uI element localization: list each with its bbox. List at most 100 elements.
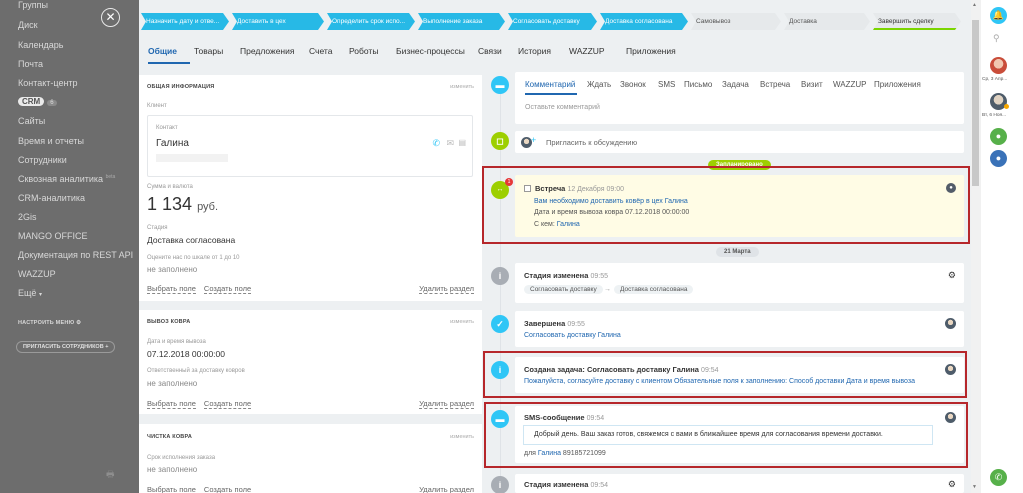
ctab-apps[interactable]: Приложения: [874, 80, 921, 89]
avatar[interactable]: [990, 57, 1007, 74]
tab-links[interactable]: Связи: [478, 46, 502, 56]
chat-icon[interactable]: ▤: [458, 138, 466, 147]
create-field-link[interactable]: Создать поле: [203, 485, 252, 493]
ctab-meeting[interactable]: Встреча: [760, 80, 790, 89]
pickup-date-label: Дата и время вывоза: [147, 339, 206, 345]
sidebar-item-mail[interactable]: Почта: [18, 59, 43, 69]
ctab-wazzup[interactable]: WAZZUP: [833, 80, 866, 89]
invite-discussion-row[interactable]: + Пригласить к обсуждению: [515, 131, 964, 153]
sidebar-item-rest-docs[interactable]: Документация по REST API: [18, 250, 133, 260]
tab-products[interactable]: Товары: [194, 46, 223, 56]
select-field-link[interactable]: Выбрать поле: [147, 399, 196, 409]
sidebar-item-more[interactable]: Ещё ▾: [18, 288, 42, 298]
tab-business-processes[interactable]: Бизнес-процессы: [396, 46, 465, 56]
robot-icon: ⚙: [947, 479, 956, 489]
amount-number: 1 134: [147, 194, 193, 214]
printer-icon[interactable]: 🖶: [106, 467, 115, 483]
stage-change-title-text: Стадия изменена: [524, 271, 589, 280]
info-icon: i: [491, 476, 509, 493]
highlight-sms: [484, 402, 968, 468]
user-icon[interactable]: ●: [990, 128, 1007, 145]
tab-wazzup[interactable]: WAZZUP: [569, 46, 605, 56]
general-info-panel: ОБЩАЯ ИНФОРМАЦИЯ изменить Клиент Контакт…: [139, 75, 482, 301]
stage-item[interactable]: Доставить в цех: [232, 13, 324, 30]
sidebar-item-mango[interactable]: MANGO OFFICE: [18, 231, 88, 241]
configure-menu-label: НАСТРОИТЬ МЕНЮ: [18, 320, 75, 326]
stage-item[interactable]: Доставка: [784, 13, 870, 30]
ctab-sms[interactable]: SMS: [658, 80, 675, 89]
panel-title: ОБЩАЯ ИНФОРМАЦИЯ: [147, 84, 215, 90]
comment-icon: ▬: [491, 76, 509, 94]
phone-icon[interactable]: ✆: [990, 469, 1007, 486]
sidebar-item-contact-center[interactable]: Контакт-центр: [18, 78, 78, 88]
scrollbar-thumb[interactable]: [972, 20, 979, 186]
tab-history[interactable]: История: [518, 46, 551, 56]
sidebar-item-analytics[interactable]: Сквозная аналитика beta: [18, 174, 115, 184]
tab-apps[interactable]: Приложения: [626, 46, 676, 56]
tab-general[interactable]: Общие: [148, 46, 177, 56]
change-link[interactable]: изменить: [450, 434, 474, 440]
ctab-letter[interactable]: Письмо: [684, 80, 712, 89]
plus-icon: +: [105, 344, 109, 350]
phone-icon[interactable]: ✆: [432, 138, 440, 149]
user-icon[interactable]: ●: [990, 150, 1007, 167]
stage-item[interactable]: Согласовать доставку: [508, 13, 597, 30]
sidebar-item-groups[interactable]: Группы: [18, 0, 48, 10]
tab-invoices[interactable]: Счета: [309, 46, 332, 56]
comment-input[interactable]: Оставьте комментарий: [525, 104, 600, 111]
stage-item[interactable]: Доставка согласована: [600, 13, 688, 30]
configure-menu-button[interactable]: НАСТРОИТЬ МЕНЮ ⚙: [18, 320, 81, 326]
sidebar-item-wazzup[interactable]: WAZZUP: [18, 269, 56, 279]
carpet-cleaning-panel: ЧИСТКА КОВРА изменить Срок исполнения за…: [139, 424, 482, 493]
search-icon[interactable]: ⚲: [993, 33, 1000, 44]
tab-offers[interactable]: Предложения: [240, 46, 294, 56]
sidebar-item-2gis[interactable]: 2Gis: [18, 212, 37, 222]
scroll-down-arrow[interactable]: ▼: [972, 484, 977, 490]
delete-section-link[interactable]: Удалить раздел: [419, 485, 474, 493]
contact-name[interactable]: Галина: [156, 138, 189, 149]
sidebar-item-employees[interactable]: Сотрудники: [18, 155, 67, 165]
avatar: [945, 318, 956, 329]
done-link[interactable]: Согласовать доставку Галина: [524, 332, 621, 339]
rating-label: Оцените нас по шкале от 1 до 10: [147, 255, 240, 261]
change-link[interactable]: изменить: [450, 319, 474, 325]
ctab-task[interactable]: Задача: [722, 80, 749, 89]
bell-icon[interactable]: 🔔: [990, 7, 1007, 24]
create-field-link[interactable]: Создать поле: [203, 399, 252, 409]
delete-section-link[interactable]: Удалить раздел: [419, 399, 474, 409]
contact-label: Контакт: [156, 125, 178, 131]
stage-item[interactable]: Определить срок испо...: [327, 13, 415, 30]
ctab-visit[interactable]: Визит: [801, 80, 823, 89]
stage-item[interactable]: Назначить дату и отве...: [141, 13, 229, 30]
stage-item[interactable]: Выполнение заказа: [418, 13, 505, 30]
sidebar-item-crm[interactable]: CRM 6: [18, 96, 57, 106]
sidebar-item-sites[interactable]: Сайты: [18, 116, 45, 126]
mail-icon[interactable]: ✉: [446, 138, 454, 149]
sidebar-item-crm-analytics[interactable]: CRM-аналитика: [18, 193, 85, 203]
sidebar-item-time-reports[interactable]: Время и отчеты: [18, 136, 84, 146]
field-actions: Выбрать поле Создать поле: [147, 399, 259, 409]
select-field-link[interactable]: Выбрать поле: [147, 284, 196, 294]
close-slider-button[interactable]: ✕: [101, 8, 120, 27]
done-card: Завершена 09:55 Согласовать доставку Гал…: [515, 311, 964, 347]
stage-to-chip: Доставка согласована: [614, 285, 694, 294]
ctab-call[interactable]: Звонок: [620, 80, 646, 89]
plus-icon: +: [531, 135, 537, 145]
scroll-up-arrow[interactable]: ▲: [972, 2, 977, 8]
stage-item[interactable]: Завершить сделку: [873, 13, 961, 30]
change-link[interactable]: изменить: [450, 84, 474, 90]
ctab-comment[interactable]: Комментарий: [525, 80, 575, 89]
tab-robots[interactable]: Роботы: [349, 46, 378, 56]
stage-item[interactable]: Самовывоз: [691, 13, 781, 30]
stage-change2-time: 09:54: [590, 482, 608, 489]
panel-title: ВЫВОЗ КОВРА: [147, 319, 191, 325]
invite-employees-button[interactable]: ПРИГЛАСИТЬ СОТРУДНИКОВ +: [16, 341, 116, 353]
user2-last-seen: Вт, 6 Ноя...: [982, 113, 1007, 118]
create-field-link[interactable]: Создать поле: [203, 284, 252, 294]
term-label: Срок исполнения заказа: [147, 455, 216, 461]
delete-section-link[interactable]: Удалить раздел: [419, 284, 474, 294]
sidebar-item-calendar[interactable]: Календарь: [18, 40, 63, 50]
ctab-wait[interactable]: Ждать: [587, 80, 611, 89]
select-field-link[interactable]: Выбрать поле: [147, 485, 196, 493]
sidebar-item-disk[interactable]: Диск: [18, 20, 38, 30]
